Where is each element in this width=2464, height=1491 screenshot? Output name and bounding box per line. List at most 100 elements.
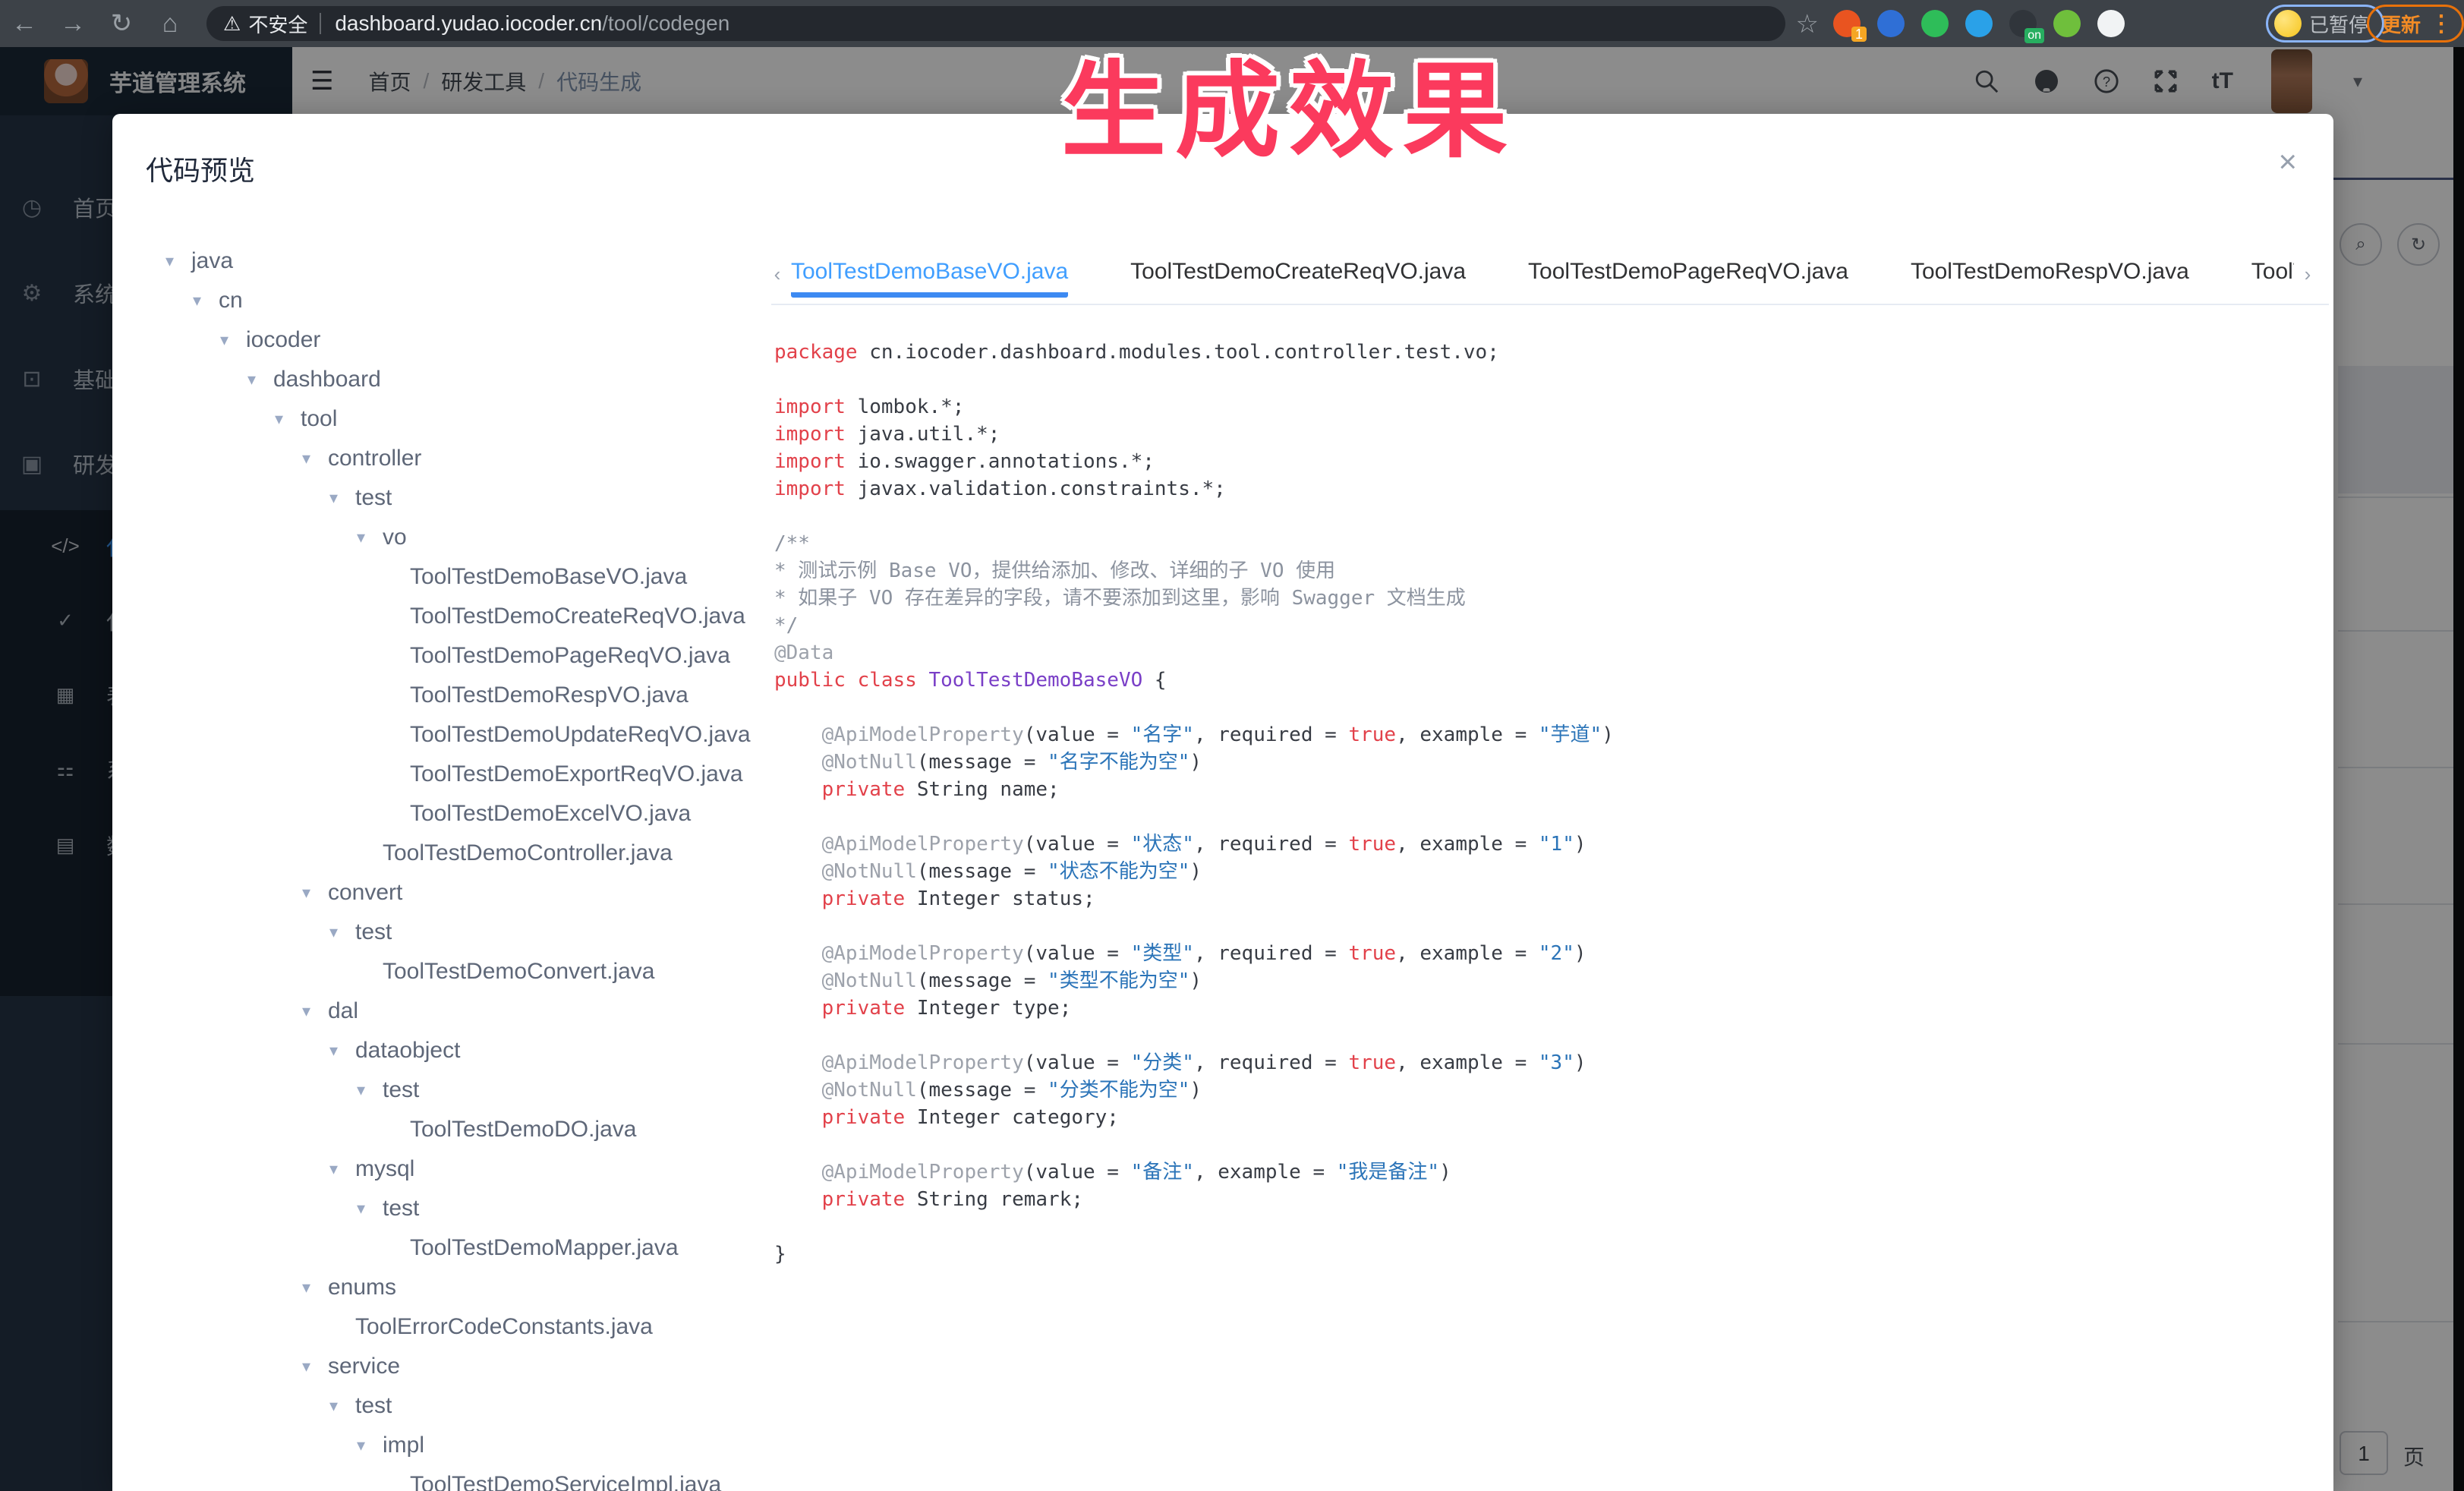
code-line: import io.swagger.annotations.*; <box>774 448 2300 475</box>
tree-folder-test[interactable]: ▾test <box>357 1070 419 1110</box>
tree-folder-java[interactable]: ▾java <box>165 241 233 281</box>
file-tab-ToolTestDemoBaseVO.java[interactable]: ToolTestDemoBaseVO.java <box>791 251 1068 298</box>
ubuntu-extension-icon[interactable]: 1 <box>1833 10 1861 37</box>
close-icon[interactable]: × <box>2278 146 2297 178</box>
tree-file-ToolTestDemoPageReqVO.java[interactable]: ToolTestDemoPageReqVO.java <box>384 636 730 676</box>
caret-down-icon: ▾ <box>357 528 383 547</box>
tree-file-ToolTestDemoExportReqVO.java[interactable]: ToolTestDemoExportReqVO.java <box>384 755 743 794</box>
profile-emoji-icon <box>2274 10 2302 37</box>
browser-menu-icon[interactable]: ⋮ <box>2430 11 2453 37</box>
address-bar[interactable]: ⚠ 不安全 dashboard.yudao.iocoder.cn /tool/c… <box>206 6 1785 41</box>
code-line: private Integer status; <box>774 885 2300 913</box>
code-line: * 如果子 VO 存在差异的字段，请不要添加到这里，影响 Swagger 文档生… <box>774 585 2300 612</box>
file-tab-ToolTestDemoRespVO.java[interactable]: ToolTestDemoRespVO.java <box>1911 251 2189 298</box>
list-extension-icon[interactable]: on <box>2009 10 2037 37</box>
paused-label: 已暂停 <box>2309 10 2368 38</box>
browser-reload-button[interactable]: ↻ <box>97 8 146 39</box>
tree-node-label: ToolTestDemoPageReqVO.java <box>410 643 730 669</box>
tree-folder-impl[interactable]: ▾impl <box>357 1426 424 1465</box>
puzzle-extension-icon[interactable] <box>2097 10 2125 37</box>
caret-down-icon: ▾ <box>165 251 191 271</box>
address-divider <box>320 13 321 34</box>
code-line: import lombok.*; <box>774 393 2300 421</box>
tree-file-ToolTestDemoDO.java[interactable]: ToolTestDemoDO.java <box>384 1110 636 1149</box>
tree-node-label: dataobject <box>355 1038 460 1064</box>
tree-node-label: cn <box>219 288 243 314</box>
tree-node-label: iocoder <box>246 327 320 353</box>
tree-node-label: ToolTestDemoExportReqVO.java <box>410 761 743 787</box>
code-line: @ApiModelProperty(value = "类型", required… <box>774 940 2300 967</box>
file-tab-ToolTestDemoUpdateReqVO.java[interactable]: ToolTestDemoUpdateReqVO.java <box>2251 251 2294 298</box>
tree-folder-vo[interactable]: ▾vo <box>357 518 407 557</box>
tree-file-ToolTestDemoServiceImpl.java[interactable]: ToolTestDemoServiceImpl.java <box>384 1465 721 1491</box>
tree-file-ToolTestDemoCreateReqVO.java[interactable]: ToolTestDemoCreateReqVO.java <box>384 597 745 636</box>
tabs-scroll-left-icon[interactable]: ‹ <box>764 263 791 286</box>
tree-file-ToolTestDemoController.java[interactable]: ToolTestDemoController.java <box>357 834 673 873</box>
tree-file-ToolTestDemoMapper.java[interactable]: ToolTestDemoMapper.java <box>384 1228 679 1268</box>
tree-node-label: test <box>383 1196 419 1221</box>
update-label: 更新 <box>2381 10 2421 38</box>
file-tabs-bar: ‹ ToolTestDemoBaseVO.java ToolTestDemoCre… <box>764 251 2321 298</box>
generation-result-annotation: 生成效果 <box>1061 26 1517 178</box>
code-viewer[interactable]: package cn.iocoder.dashboard.modules.too… <box>774 339 2300 1477</box>
tree-folder-mysql[interactable]: ▾mysql <box>329 1149 414 1189</box>
tree-folder-enums[interactable]: ▾enums <box>302 1268 396 1307</box>
tree-node-label: ToolErrorCodeConstants.java <box>355 1314 653 1340</box>
tree-folder-test[interactable]: ▾test <box>329 1386 392 1426</box>
tree-folder-iocoder[interactable]: ▾iocoder <box>220 320 320 360</box>
tree-file-ToolTestDemoConvert.java[interactable]: ToolTestDemoConvert.java <box>357 952 655 991</box>
tree-file-ToolTestDemoRespVO.java[interactable]: ToolTestDemoRespVO.java <box>384 676 688 715</box>
code-line <box>774 803 2300 831</box>
tree-node-label: ToolTestDemoExcelVO.java <box>410 801 691 827</box>
tree-folder-test[interactable]: ▾test <box>329 478 392 518</box>
caret-down-icon: ▾ <box>329 1041 355 1061</box>
tree-node-label: ToolTestDemoCreateReqVO.java <box>410 604 745 629</box>
code-line: private String remark; <box>774 1186 2300 1213</box>
code-line: @ApiModelProperty(value = "备注", example … <box>774 1158 2300 1186</box>
caret-down-icon: ▾ <box>302 449 328 468</box>
code-line: @ApiModelProperty(value = "分类", required… <box>774 1049 2300 1076</box>
tree-node-label: convert <box>328 880 402 906</box>
leaf-extension-icon[interactable] <box>2053 10 2081 37</box>
tree-folder-tool[interactable]: ▾tool <box>275 399 337 439</box>
caret-down-icon: ▾ <box>193 291 219 310</box>
tabs-scroll-right-icon[interactable]: › <box>2294 263 2321 286</box>
tree-folder-cn[interactable]: ▾cn <box>193 281 243 320</box>
tree-node-label: ToolTestDemoServiceImpl.java <box>410 1472 721 1491</box>
code-line: @NotNull(message = "分类不能为空") <box>774 1076 2300 1104</box>
code-line: private Integer category; <box>774 1104 2300 1131</box>
file-tab-ToolTestDemoCreateReqVO.java[interactable]: ToolTestDemoCreateReqVO.java <box>1130 251 1466 298</box>
tree-folder-convert[interactable]: ▾convert <box>302 873 402 913</box>
tree-folder-dataobject[interactable]: ▾dataobject <box>329 1031 460 1070</box>
y-extension-icon[interactable] <box>1921 10 1949 37</box>
url-host: dashboard.yudao.iocoder.cn <box>335 11 602 36</box>
browser-forward-button[interactable]: → <box>49 9 97 39</box>
tree-folder-controller[interactable]: ▾controller <box>302 439 421 478</box>
caret-down-icon: ▾ <box>357 1199 383 1218</box>
diamond-extension-icon[interactable] <box>1965 10 1993 37</box>
caret-down-icon: ▾ <box>329 1396 355 1416</box>
file-tab-ToolTestDemoPageReqVO.java[interactable]: ToolTestDemoPageReqVO.java <box>1528 251 1848 298</box>
tree-folder-dashboard[interactable]: ▾dashboard <box>247 360 381 399</box>
tree-node-label: test <box>355 1393 392 1419</box>
tree-file-ToolTestDemoBaseVO.java[interactable]: ToolTestDemoBaseVO.java <box>384 557 687 597</box>
tree-folder-test[interactable]: ▾test <box>357 1189 419 1228</box>
code-line <box>774 913 2300 940</box>
caret-down-icon: ▾ <box>302 883 328 903</box>
browser-home-button[interactable]: ⌂ <box>146 9 194 39</box>
browser-back-button[interactable]: ← <box>0 9 49 39</box>
tree-file-ToolErrorCodeConstants.java[interactable]: ToolErrorCodeConstants.java <box>329 1307 653 1347</box>
tree-folder-dal[interactable]: ▾dal <box>302 991 358 1031</box>
caret-down-icon: ▾ <box>302 1278 328 1297</box>
tree-node-label: ToolTestDemoConvert.java <box>383 959 655 985</box>
tree-folder-service[interactable]: ▾service <box>302 1347 400 1386</box>
drop-extension-icon[interactable] <box>1877 10 1905 37</box>
bookmark-star-icon[interactable]: ☆ <box>1796 9 1819 39</box>
caret-down-icon: ▾ <box>329 488 355 508</box>
code-line: @NotNull(message = "名字不能为空") <box>774 749 2300 776</box>
tree-folder-test[interactable]: ▾test <box>329 913 392 952</box>
browser-update-button[interactable]: 更新 ⋮ <box>2367 5 2464 43</box>
tree-file-ToolTestDemoExcelVO.java[interactable]: ToolTestDemoExcelVO.java <box>384 794 691 834</box>
code-line: * 测试示例 Base VO，提供给添加、修改、详细的子 VO 使用 <box>774 557 2300 585</box>
tree-file-ToolTestDemoUpdateReqVO.java[interactable]: ToolTestDemoUpdateReqVO.java <box>384 715 751 755</box>
